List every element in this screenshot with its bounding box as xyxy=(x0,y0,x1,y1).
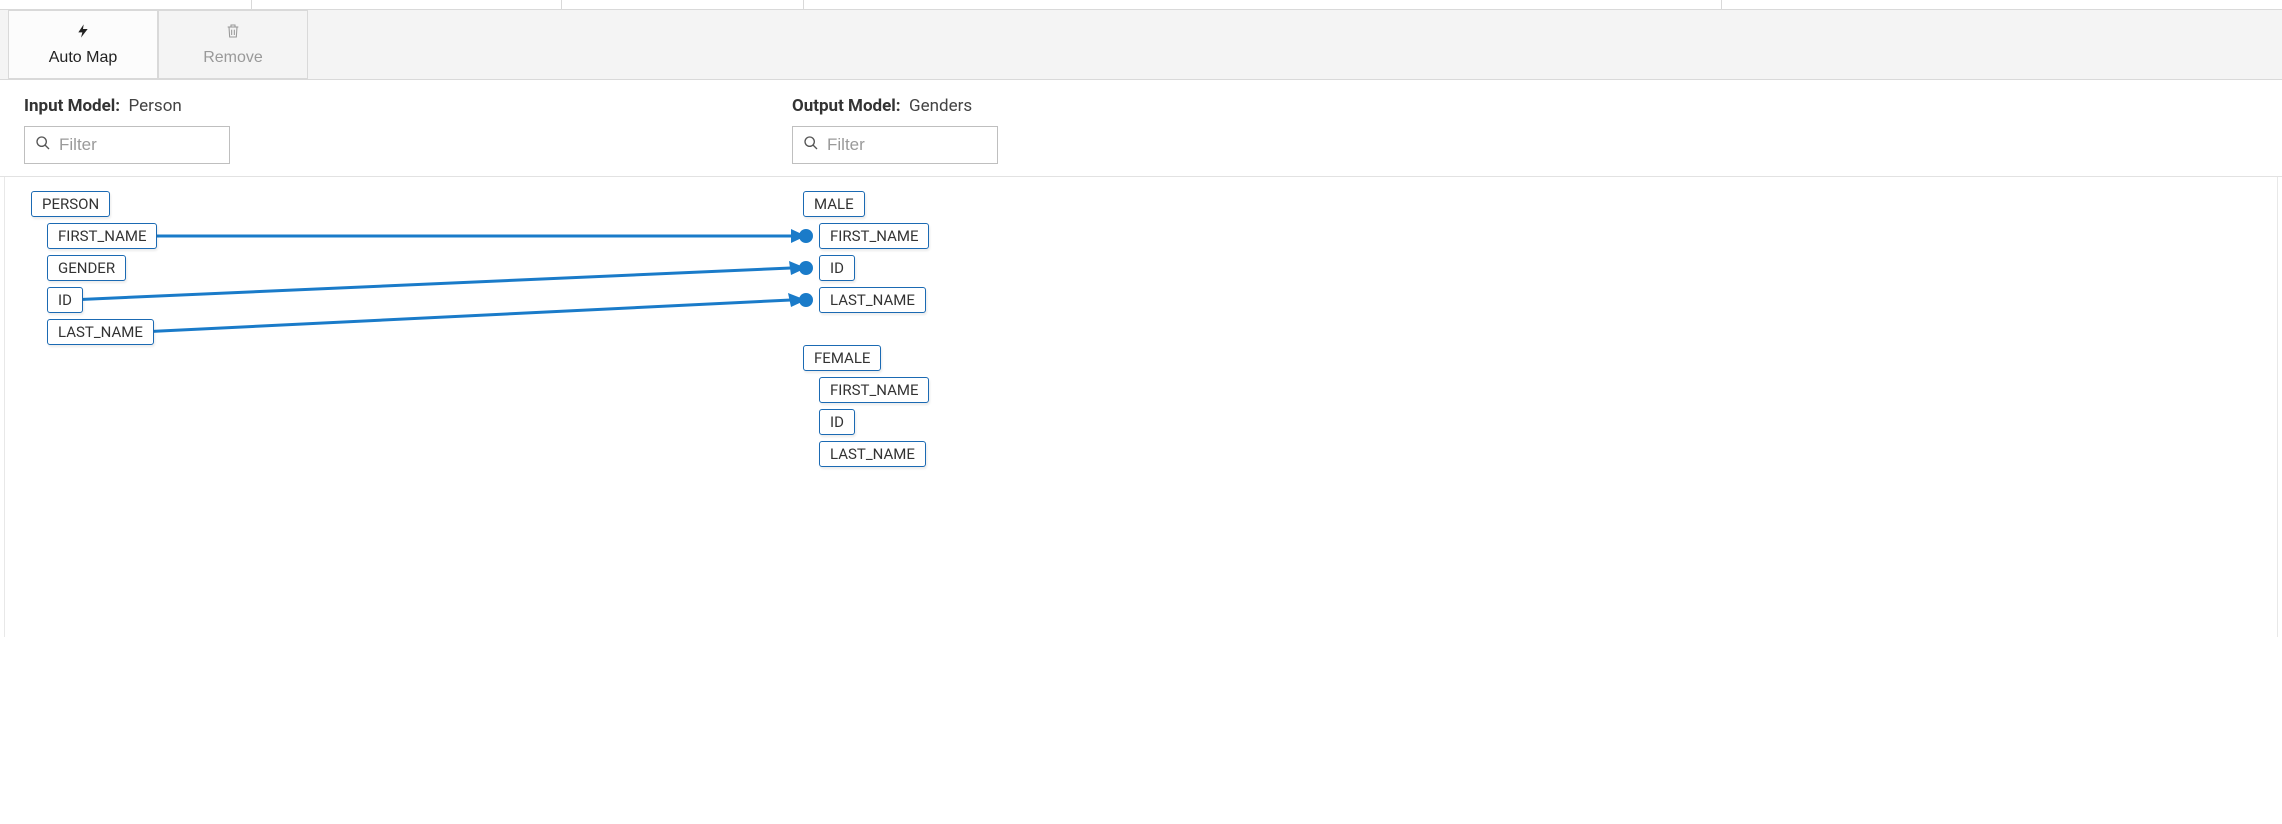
input-model-title: Input Model: Person xyxy=(24,96,792,116)
input-field-node[interactable]: ID xyxy=(47,287,83,313)
search-icon xyxy=(35,135,51,155)
input-filter-field[interactable] xyxy=(59,135,219,155)
output-field-node[interactable]: ID xyxy=(819,255,855,281)
input-field-node[interactable]: GENDER xyxy=(47,255,126,281)
input-model-header: Input Model: Person xyxy=(24,96,792,164)
input-filter[interactable] xyxy=(24,126,230,164)
output-field-node[interactable]: FIRST_NAME xyxy=(819,223,929,249)
output-group-node[interactable]: MALE xyxy=(803,191,865,217)
remove-label: Remove xyxy=(203,49,263,67)
lightning-icon xyxy=(75,22,91,45)
output-group-node[interactable]: FEMALE xyxy=(803,345,881,371)
trash-icon xyxy=(225,22,241,45)
models-header: Input Model: Person Output Model: Gender… xyxy=(0,80,2282,177)
output-filter-field[interactable] xyxy=(827,135,987,155)
output-field-node[interactable]: LAST_NAME xyxy=(819,287,926,313)
input-field-node[interactable]: FIRST_NAME xyxy=(47,223,157,249)
input-root-node[interactable]: PERSON xyxy=(31,191,110,217)
remove-button[interactable]: Remove xyxy=(158,10,308,79)
input-tree: PERSON FIRST_NAME GENDER ID LAST_NAME xyxy=(31,191,157,351)
output-tree: MALE FIRST_NAME ID LAST_NAME FEMALE FIRS… xyxy=(803,191,929,473)
output-filter[interactable] xyxy=(792,126,998,164)
input-field-node[interactable]: LAST_NAME xyxy=(47,319,154,345)
mapping-links xyxy=(5,177,2277,637)
output-field-node[interactable]: FIRST_NAME xyxy=(819,377,929,403)
auto-map-label: Auto Map xyxy=(49,49,117,67)
mapping-canvas[interactable]: PERSON FIRST_NAME GENDER ID LAST_NAME MA… xyxy=(4,177,2278,637)
auto-map-button[interactable]: Auto Map xyxy=(8,10,158,79)
output-field-node[interactable]: ID xyxy=(819,409,855,435)
toolbar: Auto Map Remove xyxy=(0,10,2282,80)
top-tab-strip xyxy=(0,0,2282,10)
output-field-node[interactable]: LAST_NAME xyxy=(819,441,926,467)
output-model-header: Output Model: Genders xyxy=(792,96,2258,164)
search-icon xyxy=(803,135,819,155)
output-model-title: Output Model: Genders xyxy=(792,96,2258,116)
